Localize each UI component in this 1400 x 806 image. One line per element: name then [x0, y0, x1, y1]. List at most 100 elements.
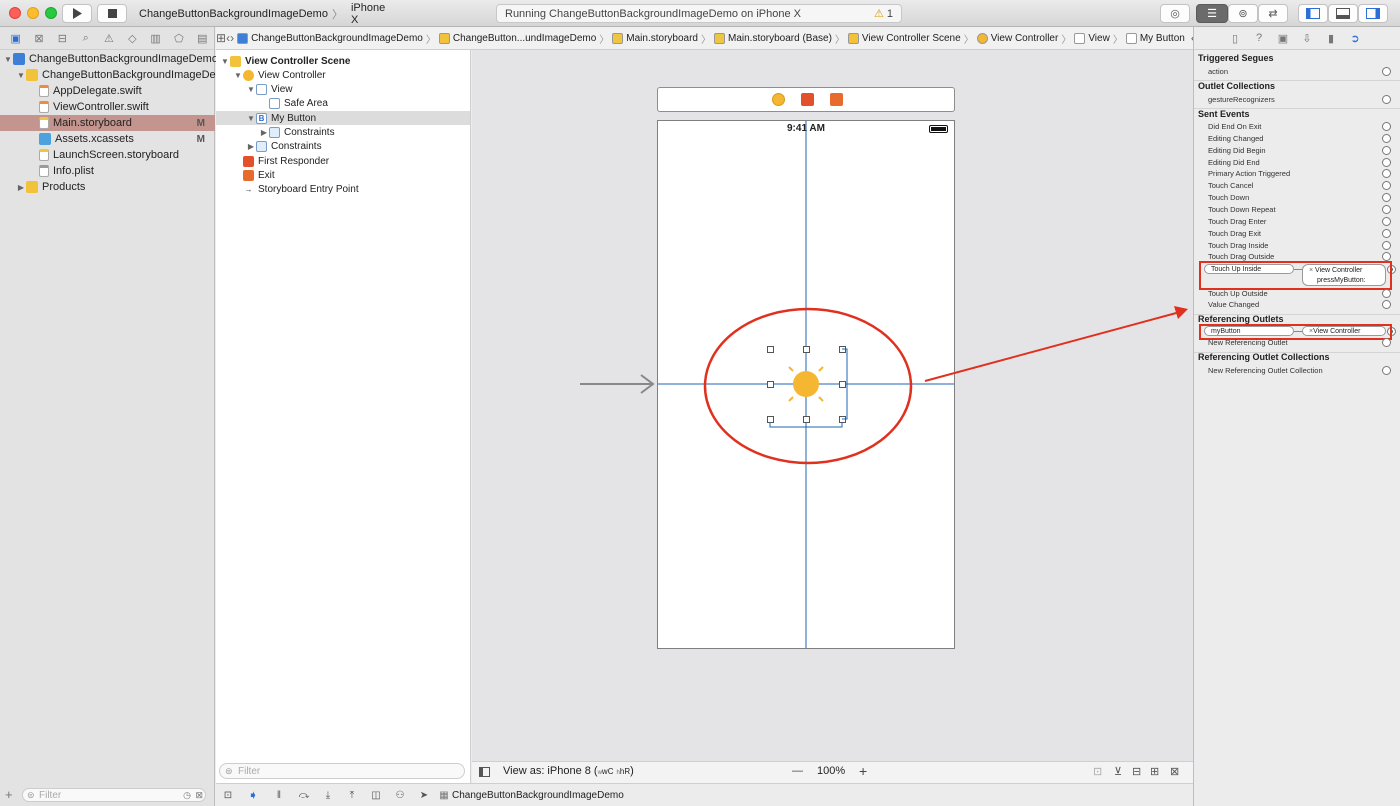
- connection-well-icon[interactable]: [1382, 67, 1391, 76]
- related-items-icon[interactable]: ⊞: [216, 31, 226, 45]
- file-tree-item[interactable]: Info.plist: [0, 163, 215, 179]
- stop-button[interactable]: [97, 4, 127, 23]
- scm-filter-icon[interactable]: ⊠: [195, 790, 203, 801]
- library-button[interactable]: ◎: [1160, 4, 1190, 23]
- navigator-filter-field[interactable]: ⊜ Filter ◷ ⊠: [22, 788, 206, 802]
- standard-editor-button[interactable]: ☰: [1196, 4, 1228, 23]
- outline-item[interactable]: Safe Area: [216, 97, 470, 111]
- view-controller-canvas[interactable]: 9:41 AM: [657, 120, 955, 649]
- disclosure-triangle-icon[interactable]: ▼: [3, 55, 13, 64]
- attributes-inspector-icon[interactable]: ⇩: [1298, 29, 1316, 47]
- warning-badge[interactable]: ⚠ 1: [874, 7, 893, 20]
- toggle-navigator-button[interactable]: [1298, 4, 1328, 23]
- issue-tab-icon[interactable]: ⚠: [97, 28, 120, 48]
- outline-item[interactable]: ▼ View Controller Scene: [216, 54, 470, 68]
- hide-debug-area-icon[interactable]: ⊡: [216, 790, 240, 801]
- zoom-in-button[interactable]: +: [859, 763, 867, 779]
- outline-item[interactable]: ▼ B My Button: [216, 111, 470, 126]
- breakpoints-toggle-icon[interactable]: ➧: [240, 788, 266, 802]
- quick-help-icon[interactable]: ?: [1250, 29, 1268, 47]
- minimize-window-button[interactable]: [27, 7, 39, 19]
- disclosure-triangle-icon[interactable]: ▼: [16, 71, 26, 80]
- disclosure-triangle-icon[interactable]: ▼: [246, 85, 256, 94]
- assistant-editor-button[interactable]: ⊚: [1228, 4, 1258, 23]
- breadcrumb-item[interactable]: Main.storyboard: [609, 32, 701, 44]
- connection-well-icon[interactable]: [1382, 338, 1391, 347]
- step-out-icon[interactable]: ⤒: [340, 790, 364, 801]
- connection-well-icon[interactable]: [1382, 181, 1391, 191]
- file-inspector-icon[interactable]: ▯: [1226, 29, 1244, 47]
- report-tab-icon[interactable]: ▤: [191, 28, 214, 48]
- disclosure-triangle-icon[interactable]: ▶: [246, 142, 256, 151]
- identity-inspector-icon[interactable]: ▣: [1274, 29, 1292, 47]
- disclosure-triangle-icon[interactable]: ▶: [16, 183, 26, 192]
- size-inspector-icon[interactable]: ▮: [1322, 29, 1340, 47]
- pause-icon[interactable]: ‖: [266, 790, 292, 801]
- connection-well-icon[interactable]: [1382, 204, 1391, 214]
- connection-well-icon[interactable]: [1382, 289, 1391, 298]
- file-tree-item[interactable]: ▼ ChangeButtonBackgroundImageDemo: [0, 51, 218, 67]
- exit-dock-icon[interactable]: [830, 93, 843, 106]
- file-tree-item[interactable]: Assets.xcassets M: [0, 131, 215, 147]
- zoom-out-button[interactable]: —: [792, 765, 803, 777]
- connection-well-icon[interactable]: [1382, 216, 1391, 226]
- recent-files-icon[interactable]: ◷: [183, 790, 191, 801]
- folder-tab-icon[interactable]: ▣: [4, 28, 27, 48]
- symbol-tab-icon[interactable]: ⊟: [51, 28, 74, 48]
- file-tree-item[interactable]: ▼ ChangeButtonBackgroundImageDemo: [0, 67, 231, 83]
- breadcrumb-item[interactable]: View: [1071, 32, 1113, 44]
- first-responder-dock-icon[interactable]: [801, 93, 814, 106]
- test-tab-icon[interactable]: ◇: [121, 28, 144, 48]
- zoom-window-button[interactable]: [45, 7, 57, 19]
- file-tree-item[interactable]: LaunchScreen.storyboard: [0, 147, 215, 163]
- connection-well-icon[interactable]: [1382, 228, 1391, 238]
- version-editor-button[interactable]: ⇄: [1258, 4, 1288, 23]
- outline-item[interactable]: ▼ View Controller: [216, 68, 470, 82]
- file-tree-item[interactable]: ViewController.swift: [0, 99, 215, 115]
- outline-item[interactable]: Exit: [216, 168, 470, 182]
- view-hierarchy-icon[interactable]: ◫: [364, 790, 388, 801]
- connection-well-icon[interactable]: [1382, 252, 1391, 262]
- toggle-utilities-button[interactable]: [1358, 4, 1388, 23]
- connection-well-icon[interactable]: [1382, 169, 1391, 179]
- outline-item[interactable]: ▶ Constraints: [216, 126, 470, 140]
- add-file-icon[interactable]: +: [5, 787, 13, 802]
- outline-filter-field[interactable]: ⊜ Filter: [219, 763, 465, 779]
- connection-well-icon[interactable]: [1382, 95, 1391, 104]
- breadcrumb-item[interactable]: ChangeButtonBackgroundImageDemo: [234, 32, 426, 44]
- toggle-debug-area-button[interactable]: [1328, 4, 1358, 23]
- connection-well-icon[interactable]: [1382, 300, 1391, 309]
- scheme-selector[interactable]: ChangeButtonBackgroundImageDemo 〉 iPhone…: [135, 2, 385, 26]
- file-tree-item[interactable]: ▶ Products: [0, 179, 215, 195]
- update-frames-icon[interactable]: ⊡: [1093, 765, 1102, 778]
- breadcrumb-item[interactable]: View Controller Scene: [845, 32, 964, 44]
- add-constraints-icon[interactable]: ⊞: [1150, 765, 1159, 778]
- connection-well-icon[interactable]: [1382, 366, 1391, 375]
- resolve-issues-icon[interactable]: ⊠: [1170, 765, 1179, 778]
- document-outline-toggle-icon[interactable]: [479, 767, 490, 777]
- disclosure-triangle-icon[interactable]: ▶: [259, 128, 269, 137]
- run-button[interactable]: [62, 4, 92, 23]
- align-icon[interactable]: ⊟: [1132, 765, 1141, 778]
- connection-well-icon[interactable]: [1382, 157, 1391, 167]
- connection-well-icon[interactable]: [1382, 122, 1391, 131]
- source-control-tab-icon[interactable]: ⊠: [27, 28, 50, 48]
- outline-item[interactable]: → Storyboard Entry Point: [216, 183, 470, 197]
- breadcrumb-item[interactable]: My Button: [1123, 32, 1188, 44]
- breadcrumb-item[interactable]: ChangeButton...undImageDemo: [436, 32, 599, 44]
- breadcrumb-item[interactable]: Main.storyboard (Base): [711, 32, 835, 44]
- debug-tab-icon[interactable]: ▥: [144, 28, 167, 48]
- file-tree-item[interactable]: AppDelegate.swift: [0, 83, 215, 99]
- view-controller-dock-icon[interactable]: [772, 93, 785, 106]
- disclosure-triangle-icon[interactable]: ▼: [233, 71, 243, 80]
- outline-item[interactable]: ▼ View: [216, 83, 470, 97]
- connection-well-icon[interactable]: [1382, 240, 1391, 250]
- memory-graph-icon[interactable]: ⚇: [388, 790, 412, 801]
- simulate-location-icon[interactable]: ➤: [412, 790, 436, 801]
- step-into-icon[interactable]: ⤓: [316, 790, 340, 801]
- close-window-button[interactable]: [9, 7, 21, 19]
- breadcrumb-item[interactable]: View Controller: [974, 32, 1062, 44]
- step-over-icon[interactable]: ⤼: [292, 790, 316, 801]
- disclosure-triangle-icon[interactable]: ▼: [220, 57, 230, 66]
- connections-inspector-icon[interactable]: ➲: [1346, 29, 1364, 47]
